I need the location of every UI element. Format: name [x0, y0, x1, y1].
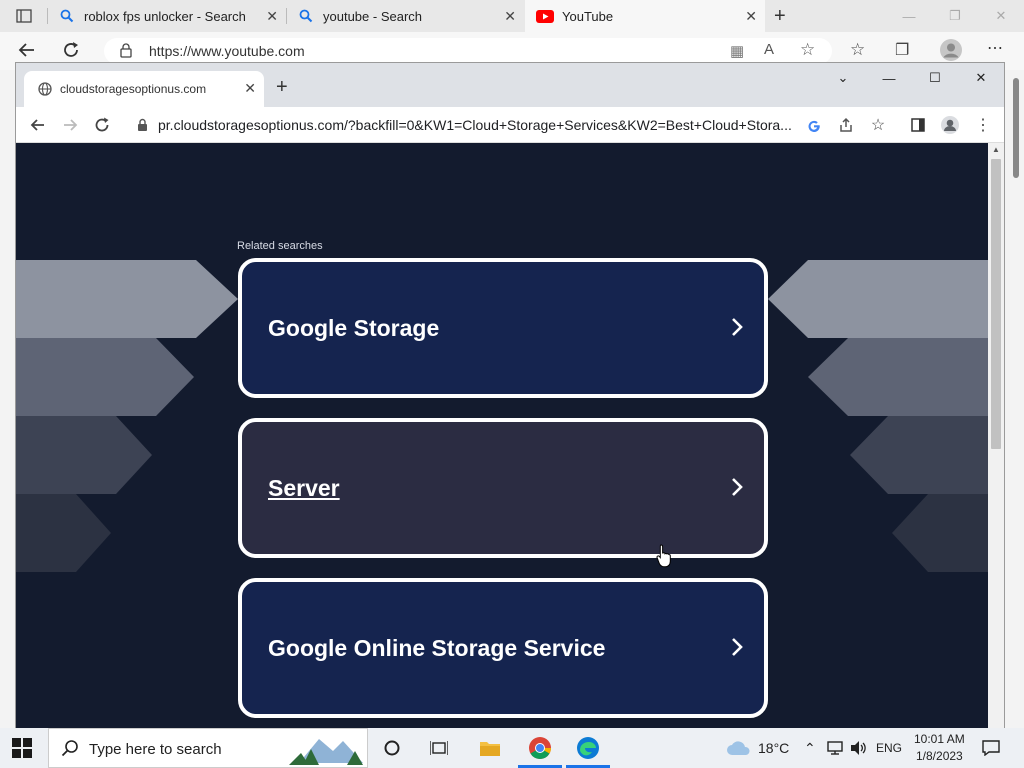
youtube-icon: [536, 10, 554, 26]
search-icon: [299, 9, 313, 26]
menu-icon[interactable]: ⋮: [973, 115, 993, 135]
forward-icon[interactable]: [60, 115, 80, 135]
share-icon[interactable]: [836, 115, 856, 135]
decorative-chevrons-left: [16, 260, 238, 572]
result-label: Google Storage: [268, 314, 440, 341]
chevron-up-icon[interactable]: ⌃: [804, 740, 816, 757]
reload-icon[interactable]: [92, 115, 112, 135]
close-window-icon[interactable]: ✕: [978, 0, 1024, 32]
minimize-icon[interactable]: —: [866, 63, 912, 93]
bookmark-star-icon[interactable]: ☆: [868, 115, 888, 135]
more-icon[interactable]: ⋯: [987, 38, 1003, 58]
edge-tab-label: roblox fps unlocker - Search: [84, 9, 246, 24]
close-icon[interactable]: ✕: [244, 80, 256, 97]
decorative-chevrons-right: [768, 260, 988, 572]
collections-icon[interactable]: ❐: [895, 40, 909, 60]
edge-address-bar[interactable]: https://www.youtube.com: [104, 38, 832, 64]
hand-cursor-icon: [656, 544, 671, 568]
minimize-icon[interactable]: —: [886, 0, 932, 32]
favorites-icon[interactable]: ☆: [850, 40, 865, 60]
result-label: Server: [268, 474, 340, 501]
edge-tab-label: YouTube: [562, 9, 614, 24]
chrome-url-text[interactable]: pr.cloudstoragesoptionus.com/?backfill=0…: [158, 117, 798, 133]
result-card-google-storage[interactable]: Google Storage: [238, 258, 768, 398]
refresh-icon[interactable]: [62, 41, 80, 64]
lock-icon[interactable]: [132, 115, 152, 135]
chrome-window: cloudstoragesoptionus.com ✕ + ⌄ — ☐ ✕ pr…: [15, 62, 1005, 728]
edge-tab-youtube[interactable]: YouTube ✕: [525, 0, 765, 32]
globe-icon: [38, 82, 52, 101]
language-indicator[interactable]: ENG: [876, 741, 902, 755]
maximize-icon[interactable]: ☐: [912, 63, 958, 93]
new-tab-icon[interactable]: +: [774, 5, 786, 28]
edge-icon[interactable]: [576, 736, 600, 765]
edge-tab-label: youtube - Search: [323, 9, 423, 24]
chrome-tab-title: cloudstoragesoptionus.com: [60, 82, 207, 96]
chevron-right-icon: [730, 476, 744, 503]
side-panel-icon[interactable]: [908, 115, 928, 135]
new-tab-icon[interactable]: +: [276, 77, 288, 97]
search-icon: [60, 9, 74, 26]
notification-icon[interactable]: [982, 740, 1000, 761]
read-aloud-icon[interactable]: A: [764, 41, 774, 58]
page-content: Related searches Google Storage Server G…: [16, 143, 988, 728]
edge-scroll-thumb[interactable]: [1013, 78, 1019, 178]
edge-scrollbar[interactable]: [1008, 70, 1024, 728]
chrome-window-controls: ⌄ — ☐ ✕: [820, 63, 1004, 93]
result-label: Google Online Storage Service: [268, 634, 606, 661]
scroll-thumb[interactable]: [991, 159, 1001, 449]
lock-icon: [120, 43, 132, 63]
chrome-tab[interactable]: cloudstoragesoptionus.com ✕: [24, 71, 264, 107]
edge-tab-bar: roblox fps unlocker - Search ✕ youtube -…: [0, 0, 1024, 32]
scrollbar[interactable]: ▲: [988, 143, 1004, 728]
weather-temperature[interactable]: 18°C: [758, 740, 789, 756]
windows-start-icon[interactable]: [12, 738, 32, 763]
search-highlight-image: [289, 733, 367, 768]
apps-icon[interactable]: ▦: [730, 42, 744, 60]
related-searches-label: Related searches: [237, 240, 323, 252]
task-view-icon[interactable]: [429, 740, 449, 761]
edge-window-controls: — ❐ ✕: [886, 0, 1024, 32]
search-icon: [61, 739, 79, 762]
chevron-right-icon: [730, 316, 744, 343]
tab-search-icon[interactable]: ⌄: [820, 63, 866, 93]
volume-icon[interactable]: [850, 740, 868, 761]
close-icon[interactable]: ✕: [745, 8, 757, 24]
google-icon[interactable]: [804, 115, 824, 135]
taskbar-search-placeholder: Type here to search: [89, 741, 222, 758]
clock-date[interactable]: 1/8/2023: [916, 749, 963, 763]
add-favorite-icon[interactable]: ☆: [800, 40, 815, 60]
close-icon[interactable]: ✕: [266, 8, 278, 24]
profile-icon[interactable]: [940, 115, 960, 135]
cortana-icon[interactable]: [384, 740, 400, 761]
network-icon[interactable]: [826, 740, 844, 761]
edge-tab-youtube-search[interactable]: youtube - Search ✕: [287, 0, 524, 32]
close-window-icon[interactable]: ✕: [958, 63, 1004, 93]
scroll-up-icon[interactable]: ▲: [992, 145, 1000, 154]
taskbar-search-box[interactable]: Type here to search: [48, 728, 368, 768]
back-icon[interactable]: [28, 115, 48, 135]
weather-icon[interactable]: [726, 740, 752, 761]
back-icon[interactable]: [18, 41, 36, 64]
restore-icon[interactable]: ❐: [932, 0, 978, 32]
clock-time[interactable]: 10:01 AM: [914, 732, 965, 746]
edge-url-text: https://www.youtube.com: [149, 43, 305, 59]
chrome-tab-bar: cloudstoragesoptionus.com ✕ + ⌄ — ☐ ✕: [16, 63, 1004, 107]
chevron-right-icon: [730, 636, 744, 663]
result-card-google-online-storage[interactable]: Google Online Storage Service: [238, 578, 768, 718]
taskbar: Type here to search 18°C ⌃ ENG 10:01 AM …: [0, 728, 1024, 768]
result-card-server[interactable]: Server: [238, 418, 768, 558]
close-icon[interactable]: ✕: [504, 8, 516, 24]
file-explorer-icon[interactable]: [479, 738, 501, 763]
tab-actions-icon[interactable]: [16, 9, 32, 28]
chrome-toolbar: pr.cloudstoragesoptionus.com/?backfill=0…: [16, 107, 1004, 143]
edge-tab-roblox[interactable]: roblox fps unlocker - Search ✕: [48, 0, 286, 32]
chrome-icon[interactable]: [528, 736, 552, 765]
